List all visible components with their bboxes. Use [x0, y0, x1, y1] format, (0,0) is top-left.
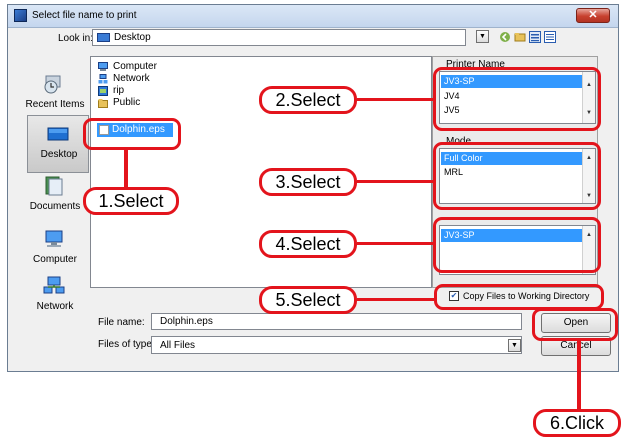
chevron-down-icon[interactable]: ▼ — [508, 339, 521, 352]
place-label: Documents — [29, 201, 81, 212]
file-name: rip — [113, 85, 125, 96]
chevron-down-icon[interactable]: ▼ — [476, 30, 489, 43]
connector-line — [124, 150, 128, 188]
callout-2-select: 2.Select — [259, 86, 357, 114]
app-folder-icon — [98, 86, 108, 96]
place-label: Recent Items — [25, 99, 85, 110]
connector-line — [357, 98, 435, 101]
connector-line — [357, 298, 435, 301]
place-documents[interactable]: Documents — [24, 168, 86, 226]
highlight-printer-name — [433, 67, 601, 131]
dialog-title: Select file name to print — [32, 10, 137, 21]
folder-icon — [98, 99, 108, 108]
look-in-dropdown[interactable]: Desktop — [92, 29, 466, 46]
callout-1-select: 1.Select — [83, 187, 179, 215]
connector-line — [357, 242, 435, 245]
file-name-label: File name: — [98, 317, 145, 328]
title-bar: Select file name to print ✕ — [8, 5, 618, 28]
place-label: Network — [36, 301, 74, 312]
place-desktop[interactable]: Desktop — [27, 115, 89, 173]
list-view-icon[interactable] — [529, 31, 541, 43]
file-type-value: All Files — [160, 340, 196, 351]
highlight-open-button — [532, 308, 618, 341]
place-label: Desktop — [40, 149, 78, 160]
place-label: Computer — [33, 254, 77, 265]
highlight-dolphin-file — [83, 118, 181, 150]
look-in-value: Desktop — [114, 32, 151, 43]
app-icon — [14, 9, 27, 22]
recent-items-icon — [44, 75, 61, 94]
callout-4-select: 4.Select — [259, 230, 357, 258]
computer-icon — [98, 62, 108, 71]
connector-line — [357, 180, 435, 183]
back-icon[interactable] — [499, 31, 511, 43]
highlight-mode — [433, 142, 601, 210]
callout-6-click: 6.Click — [533, 409, 621, 437]
documents-icon — [45, 176, 63, 196]
file-name: Network — [113, 73, 150, 84]
computer-icon — [45, 230, 63, 247]
file-name-input[interactable]: Dolphin.eps — [151, 313, 522, 330]
file-name: Computer — [113, 61, 157, 72]
network-icon — [43, 276, 65, 294]
look-in-label: Look in: — [58, 33, 94, 44]
new-folder-icon[interactable] — [514, 31, 526, 43]
highlight-copy-files — [434, 284, 604, 310]
callout-3-select: 3.Select — [259, 168, 357, 196]
highlight-output — [433, 217, 601, 273]
file-type-dropdown[interactable]: All Files ▼ — [151, 336, 522, 354]
file-name-value: Dolphin.eps — [160, 316, 213, 327]
close-button[interactable]: ✕ — [576, 8, 610, 23]
file-type-label: Files of type: — [98, 339, 155, 350]
desktop-folder-icon — [97, 33, 110, 42]
place-network[interactable]: Network — [24, 268, 86, 326]
network-icon — [98, 74, 108, 84]
details-view-icon[interactable] — [544, 31, 556, 43]
connector-line — [577, 341, 581, 411]
callout-5-select: 5.Select — [259, 286, 357, 314]
file-name: Public — [113, 97, 141, 108]
desktop-icon — [47, 127, 69, 141]
